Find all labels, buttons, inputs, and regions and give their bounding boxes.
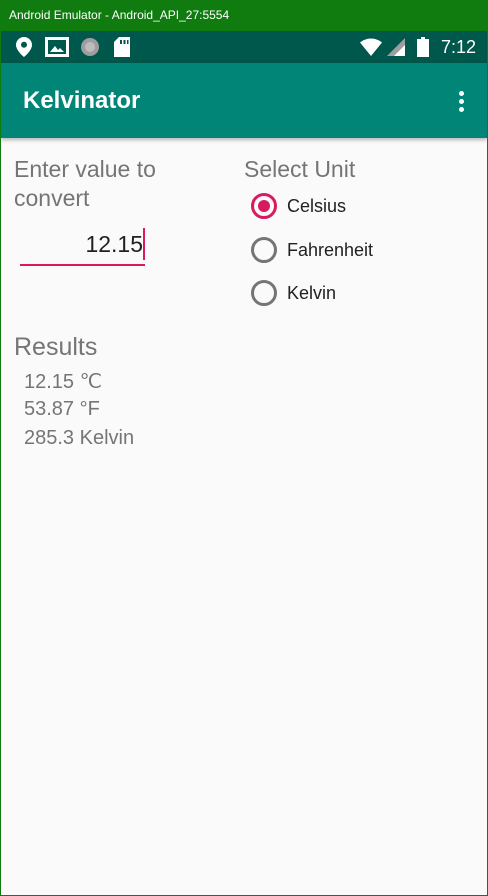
device-screen: 7:12 Kelvinator Enter value to convert 1… (1, 31, 487, 895)
radio-label-kelvin[interactable]: Kelvin (287, 283, 336, 304)
more-vert-icon[interactable] (445, 85, 477, 117)
unit-label: Select Unit (244, 156, 356, 182)
input-label: Enter value to convert (14, 156, 156, 211)
battery-icon (417, 31, 429, 63)
radio-label-fahrenheit[interactable]: Fahrenheit (287, 240, 373, 261)
radio-celsius[interactable]: Celsius (251, 191, 346, 221)
emulator-window-title: Android Emulator - Android_API_27:5554 (0, 0, 488, 31)
radio-kelvin[interactable]: Kelvin (251, 278, 336, 308)
radio-button[interactable] (251, 280, 277, 306)
sd-card-icon (114, 31, 130, 63)
wifi-icon (360, 31, 382, 63)
temperature-input[interactable]: 12.15 (20, 226, 145, 266)
radio-button-checked[interactable] (251, 193, 277, 219)
radio-label-celsius[interactable]: Celsius (287, 196, 346, 217)
location-icon (16, 31, 32, 63)
app-title: Kelvinator (23, 87, 141, 114)
signal-icon (387, 31, 405, 63)
results-label: Results (14, 333, 98, 361)
result-fahrenheit: 53.87 °F (24, 398, 100, 420)
app-bar: Kelvinator (1, 63, 487, 138)
result-kelvin: 285.3 Kelvin (24, 427, 135, 449)
radio-button[interactable] (251, 237, 277, 263)
result-celsius: 12.15 ℃ (24, 371, 103, 393)
status-bar: 7:12 (1, 31, 487, 63)
temperature-input-value[interactable]: 12.15 (85, 228, 145, 260)
radio-fahrenheit[interactable]: Fahrenheit (251, 235, 373, 265)
gallery-icon (45, 31, 69, 63)
status-time: 7:12 (440, 37, 476, 57)
sync-icon (80, 31, 100, 63)
